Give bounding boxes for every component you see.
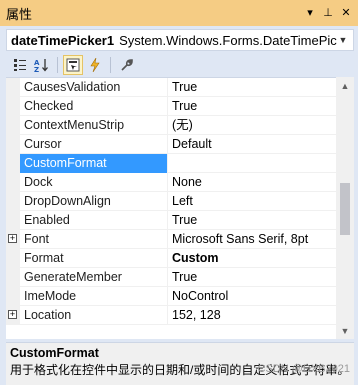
property-grid-scrollbar[interactable]: ▲ ▼ xyxy=(336,77,354,339)
property-name: ImeMode xyxy=(20,287,168,306)
property-value[interactable]: True xyxy=(169,268,336,287)
svg-text:Z: Z xyxy=(34,66,39,72)
row-gutter xyxy=(6,268,20,287)
properties-toolbar: AZ xyxy=(6,54,354,76)
property-name: Dock xyxy=(20,173,168,192)
categorized-icon[interactable] xyxy=(10,55,30,75)
properties-window-titlebar[interactable]: 属性 ▾ ⊥ ✕ xyxy=(0,0,358,26)
property-value[interactable]: Microsoft Sans Serif, 8pt xyxy=(169,230,336,249)
properties-panel: dateTimePicker1 System.Windows.Forms.Dat… xyxy=(0,26,358,385)
property-row[interactable]: Format Custom xyxy=(6,249,336,268)
property-row[interactable]: GenerateMember True xyxy=(6,268,336,287)
row-gutter: + xyxy=(6,230,20,249)
property-row[interactable]: ImeMode NoControl xyxy=(6,287,336,306)
property-name: CustomFormat xyxy=(20,154,168,173)
row-gutter xyxy=(6,116,20,135)
property-pages-icon[interactable] xyxy=(116,55,136,75)
property-value[interactable]: Default xyxy=(169,135,336,154)
property-value[interactable]: (无) xyxy=(169,116,336,135)
row-gutter xyxy=(6,287,20,306)
object-type: System.Windows.Forms.DateTimePic xyxy=(119,32,337,48)
window-title: 属性 xyxy=(6,6,33,22)
property-row[interactable]: Dock None xyxy=(6,173,336,192)
pin-icon[interactable]: ⊥ xyxy=(320,4,336,20)
toolbar-separator xyxy=(110,57,111,73)
property-row[interactable]: Cursor Default xyxy=(6,135,336,154)
property-name: Checked xyxy=(20,97,168,116)
property-row[interactable]: Enabled True xyxy=(6,211,336,230)
property-name: Format xyxy=(20,249,168,268)
toolbar-separator xyxy=(57,57,58,73)
property-value[interactable]: True xyxy=(169,78,336,97)
property-row[interactable]: + Location 152, 128 xyxy=(6,306,336,325)
property-value[interactable]: NoControl xyxy=(169,287,336,306)
row-gutter xyxy=(6,211,20,230)
expand-icon[interactable]: + xyxy=(8,310,17,319)
properties-icon[interactable] xyxy=(63,55,83,75)
property-name: Cursor xyxy=(20,135,168,154)
property-value[interactable]: 152, 128 xyxy=(169,306,336,325)
property-value[interactable]: True xyxy=(169,97,336,116)
events-icon[interactable] xyxy=(85,55,105,75)
chevron-down-icon[interactable]: ▼ xyxy=(336,33,350,47)
property-name: Location xyxy=(20,306,168,325)
alphabetical-icon[interactable]: AZ xyxy=(32,55,52,75)
property-row[interactable]: + Font Microsoft Sans Serif, 8pt xyxy=(6,230,336,249)
property-name: Enabled xyxy=(20,211,168,230)
property-value[interactable]: Left xyxy=(169,192,336,211)
property-value[interactable] xyxy=(169,154,336,173)
row-gutter xyxy=(6,135,20,154)
property-name: GenerateMember xyxy=(20,268,168,287)
close-icon[interactable]: ✕ xyxy=(338,4,354,20)
property-row[interactable]: CausesValidation True xyxy=(6,78,336,97)
object-name: dateTimePicker1 xyxy=(11,32,115,48)
property-value[interactable]: None xyxy=(169,173,336,192)
property-grid[interactable]: CausesValidation True Checked True ContextMe… xyxy=(6,77,336,339)
expand-icon[interactable]: + xyxy=(8,234,17,243)
scrollbar-thumb[interactable] xyxy=(340,183,350,235)
property-name: Font xyxy=(20,230,168,249)
row-gutter: + xyxy=(6,306,20,325)
row-gutter xyxy=(6,173,20,192)
title-buttons: ▾ ⊥ ✕ xyxy=(302,4,354,20)
property-name: ContextMenuStrip xyxy=(20,116,168,135)
row-gutter xyxy=(6,97,20,116)
property-row[interactable]: ContextMenuStrip (无) xyxy=(6,116,336,135)
row-gutter xyxy=(6,192,20,211)
property-row[interactable]: DropDownAlign Left xyxy=(6,192,336,211)
property-value[interactable]: Custom xyxy=(169,249,336,268)
row-gutter xyxy=(6,249,20,268)
property-row[interactable]: CustomFormat xyxy=(6,154,336,173)
property-name: DropDownAlign xyxy=(20,192,168,211)
watermark: CSDN @DXB2021 xyxy=(257,363,350,375)
property-name: CausesValidation xyxy=(20,78,168,97)
dropdown-menu-icon[interactable]: ▾ xyxy=(302,4,318,20)
property-row[interactable]: Checked True xyxy=(6,97,336,116)
row-gutter xyxy=(6,154,20,173)
description-title: CustomFormat xyxy=(10,346,99,360)
object-selector[interactable]: dateTimePicker1 System.Windows.Forms.Dat… xyxy=(6,29,354,51)
scroll-down-icon[interactable]: ▼ xyxy=(336,322,354,339)
row-gutter xyxy=(6,78,20,97)
scroll-up-icon[interactable]: ▲ xyxy=(336,77,354,94)
property-value[interactable]: True xyxy=(169,211,336,230)
